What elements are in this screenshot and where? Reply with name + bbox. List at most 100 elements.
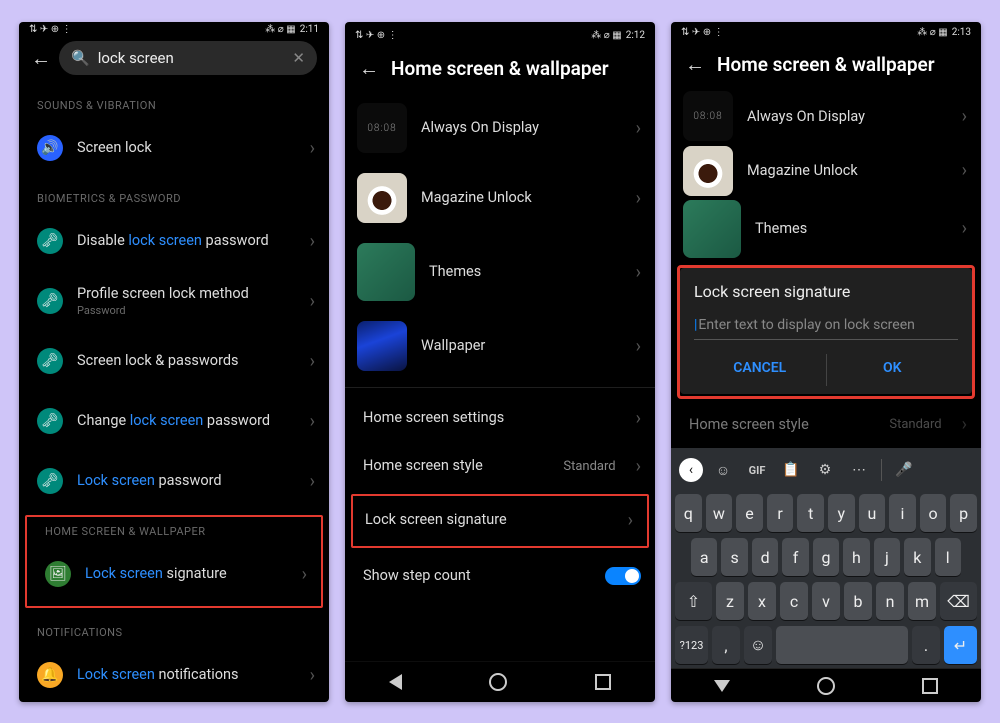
row-screen-lock[interactable]: 🔊 Screen lock ›: [19, 118, 329, 178]
nav-recent-icon[interactable]: [922, 678, 938, 694]
row-themes[interactable]: Themes ›: [671, 198, 981, 259]
lock-screen-signature-dialog: Lock screen signature Enter text to disp…: [680, 268, 972, 394]
status-left-icons: ⇅ ✈ ⊕ ⋮: [681, 27, 724, 38]
nav-back-icon[interactable]: [389, 674, 402, 690]
key-f[interactable]: f: [782, 538, 808, 576]
key-w[interactable]: w: [706, 494, 733, 532]
key-y[interactable]: y: [828, 494, 855, 532]
key-i[interactable]: i: [889, 494, 916, 532]
themes-thumb: [683, 200, 741, 258]
key-v[interactable]: v: [812, 582, 840, 620]
row-hs-style[interactable]: Home screen style Standard ›: [345, 442, 655, 490]
row-disable-ls-pw[interactable]: 🗝 Disable lock screen password ›: [19, 211, 329, 271]
key-emoji[interactable]: ☺: [744, 626, 772, 664]
row-aod[interactable]: 08:08 Always On Display ›: [671, 89, 981, 144]
biometrics-list: 🗝 Disable lock screen password › 🗝 Profi…: [19, 211, 329, 511]
kb-more-icon[interactable]: ⋯: [845, 456, 873, 484]
row-label: Show step count: [363, 567, 591, 584]
section-home-wallpaper: HOME SCREEN & WALLPAPER: [27, 517, 321, 544]
key-g[interactable]: g: [813, 538, 839, 576]
row-themes[interactable]: Themes ›: [345, 233, 655, 311]
key-d[interactable]: d: [752, 538, 778, 576]
kb-collapse-icon[interactable]: ‹: [679, 458, 703, 482]
chevron-right-icon: ›: [310, 471, 315, 492]
row-wallpaper[interactable]: Wallpaper ›: [345, 311, 655, 381]
key-n[interactable]: n: [876, 582, 904, 620]
row-hs-settings[interactable]: Home screen settings ›: [345, 394, 655, 442]
cancel-button[interactable]: CANCEL: [694, 354, 826, 386]
chevron-right-icon: ›: [636, 262, 641, 283]
row-label: Lock screen signature: [365, 511, 614, 528]
key-k[interactable]: k: [904, 538, 930, 576]
row-aod[interactable]: 08:08 Always On Display ›: [345, 93, 655, 163]
key-r[interactable]: r: [767, 494, 794, 532]
key-space[interactable]: [776, 626, 908, 664]
chevron-right-icon: ›: [636, 336, 641, 357]
row-profile-lock-method[interactable]: 🗝 Profile screen lock method Password ›: [19, 271, 329, 331]
key-m[interactable]: m: [908, 582, 936, 620]
search-input[interactable]: 🔍 lock screen ✕: [59, 41, 317, 75]
back-button[interactable]: ←: [31, 46, 49, 71]
row-change-ls-pw[interactable]: 🗝 Change lock screen password ›: [19, 391, 329, 451]
key-q[interactable]: q: [675, 494, 702, 532]
key-a[interactable]: a: [691, 538, 717, 576]
kb-row-4: ?123 , ☺ . ↵: [675, 626, 977, 664]
title-bar: ← Home screen & wallpaper: [345, 46, 655, 93]
row-label: Themes: [429, 263, 622, 280]
row-show-step-count[interactable]: Show step count: [345, 552, 655, 600]
kb-gif-button[interactable]: GIF: [743, 456, 771, 484]
nav-home-icon[interactable]: [489, 673, 507, 691]
key-j[interactable]: j: [874, 538, 900, 576]
key-backspace[interactable]: ⌫: [940, 582, 977, 620]
row-magazine-unlock[interactable]: Magazine Unlock ›: [345, 163, 655, 233]
chevron-right-icon: ›: [310, 665, 315, 686]
row-ls-notifications[interactable]: 🔔 Lock screen notifications ›: [19, 645, 329, 702]
nav-recent-icon[interactable]: [595, 674, 611, 690]
kb-settings-icon[interactable]: ⚙: [811, 456, 839, 484]
step-count-toggle[interactable]: [605, 567, 641, 585]
kb-mic-icon[interactable]: 🎤: [890, 456, 918, 484]
key-l[interactable]: l: [935, 538, 961, 576]
kb-clipboard-icon[interactable]: 📋: [777, 456, 805, 484]
row-label: Screen lock & passwords: [77, 352, 296, 369]
key-o[interactable]: o: [920, 494, 947, 532]
chevron-right-icon: ›: [310, 291, 315, 312]
picture-icon: 🖼: [45, 561, 71, 587]
key-symbols[interactable]: ?123: [675, 626, 708, 664]
clear-search-icon[interactable]: ✕: [292, 49, 305, 67]
key-h[interactable]: h: [843, 538, 869, 576]
key-u[interactable]: u: [859, 494, 886, 532]
chevron-right-icon: ›: [962, 106, 967, 127]
key-enter[interactable]: ↵: [944, 626, 977, 664]
key-e[interactable]: e: [736, 494, 763, 532]
back-button[interactable]: ←: [685, 52, 703, 77]
key-period[interactable]: .: [912, 626, 940, 664]
nav-hide-keyboard-icon[interactable]: [714, 680, 730, 692]
wallpaper-thumb: [357, 321, 407, 371]
status-time: 2:13: [952, 27, 971, 38]
signature-input[interactable]: Enter text to display on lock screen: [694, 315, 958, 340]
back-button[interactable]: ←: [359, 56, 377, 81]
key-comma[interactable]: ,: [712, 626, 740, 664]
ok-button[interactable]: OK: [827, 354, 959, 386]
key-icon: 🗝: [37, 468, 63, 494]
key-s[interactable]: s: [721, 538, 747, 576]
highlight-home-wallpaper: HOME SCREEN & WALLPAPER 🖼 Lock screen si…: [25, 515, 323, 608]
status-right-icons: ⁂ ⌀ ▦: [591, 30, 621, 41]
row-screen-lock-passwords[interactable]: 🗝 Screen lock & passwords ›: [19, 331, 329, 391]
key-p[interactable]: p: [950, 494, 977, 532]
row-magazine-unlock[interactable]: Magazine Unlock ›: [671, 144, 981, 199]
kb-sticker-icon[interactable]: ☺: [709, 456, 737, 484]
key-shift[interactable]: ⇧: [675, 582, 712, 620]
key-z[interactable]: z: [716, 582, 744, 620]
row-lock-screen-signature[interactable]: Lock screen signature ›: [353, 496, 647, 544]
phone-2-home-wallpaper: ⇅ ✈ ⊕ ⋮ ⁂ ⌀ ▦ 2:12 ← Home screen & wallp…: [345, 22, 655, 702]
key-x[interactable]: x: [748, 582, 776, 620]
nav-home-icon[interactable]: [817, 677, 835, 695]
key-c[interactable]: c: [780, 582, 808, 620]
key-b[interactable]: b: [844, 582, 872, 620]
row-ls-password[interactable]: 🗝 Lock screen password ›: [19, 451, 329, 511]
row-ls-signature[interactable]: 🖼 Lock screen signature ›: [27, 544, 321, 604]
key-t[interactable]: t: [797, 494, 824, 532]
row-label: Home screen style: [363, 457, 549, 474]
